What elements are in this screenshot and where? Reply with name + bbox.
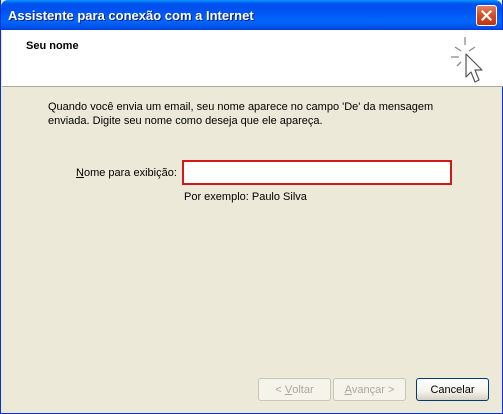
wizard-cursor-icon	[451, 37, 483, 83]
close-icon	[481, 10, 492, 21]
back-button[interactable]: < Voltar	[258, 378, 331, 401]
cancel-button[interactable]: Cancelar	[416, 378, 489, 401]
page-title: Seu nome	[26, 40, 79, 52]
cancel-button-label: Cancelar	[430, 383, 475, 396]
back-button-label: oltar	[292, 383, 314, 396]
display-name-label-text: ome para exibição:	[83, 167, 177, 179]
close-button[interactable]	[476, 5, 497, 26]
back-button-mnemonic: V	[284, 383, 293, 396]
back-button-prefix: <	[275, 383, 285, 396]
wizard-header: Seu nome	[2, 30, 503, 87]
description-text: Quando você envia um email, seu nome apa…	[48, 101, 434, 127]
display-name-input[interactable]	[182, 160, 452, 185]
window-title: Assistente para conexão com a Internet	[8, 8, 254, 23]
next-button-suffix: >	[384, 383, 395, 396]
wizard-window: Assistente para conexão com a Internet S…	[0, 0, 503, 414]
example-text: Por exemplo: Paulo Silva	[184, 191, 307, 203]
display-name-label-mnemonic: N	[76, 167, 84, 179]
next-button-label: vançar	[351, 383, 385, 396]
next-button[interactable]: Avançar >	[333, 378, 406, 401]
next-button-mnemonic: A	[344, 383, 352, 396]
title-bar[interactable]: Assistente para conexão com a Internet	[1, 0, 502, 30]
display-name-label: Nome para exibição:	[76, 167, 177, 179]
